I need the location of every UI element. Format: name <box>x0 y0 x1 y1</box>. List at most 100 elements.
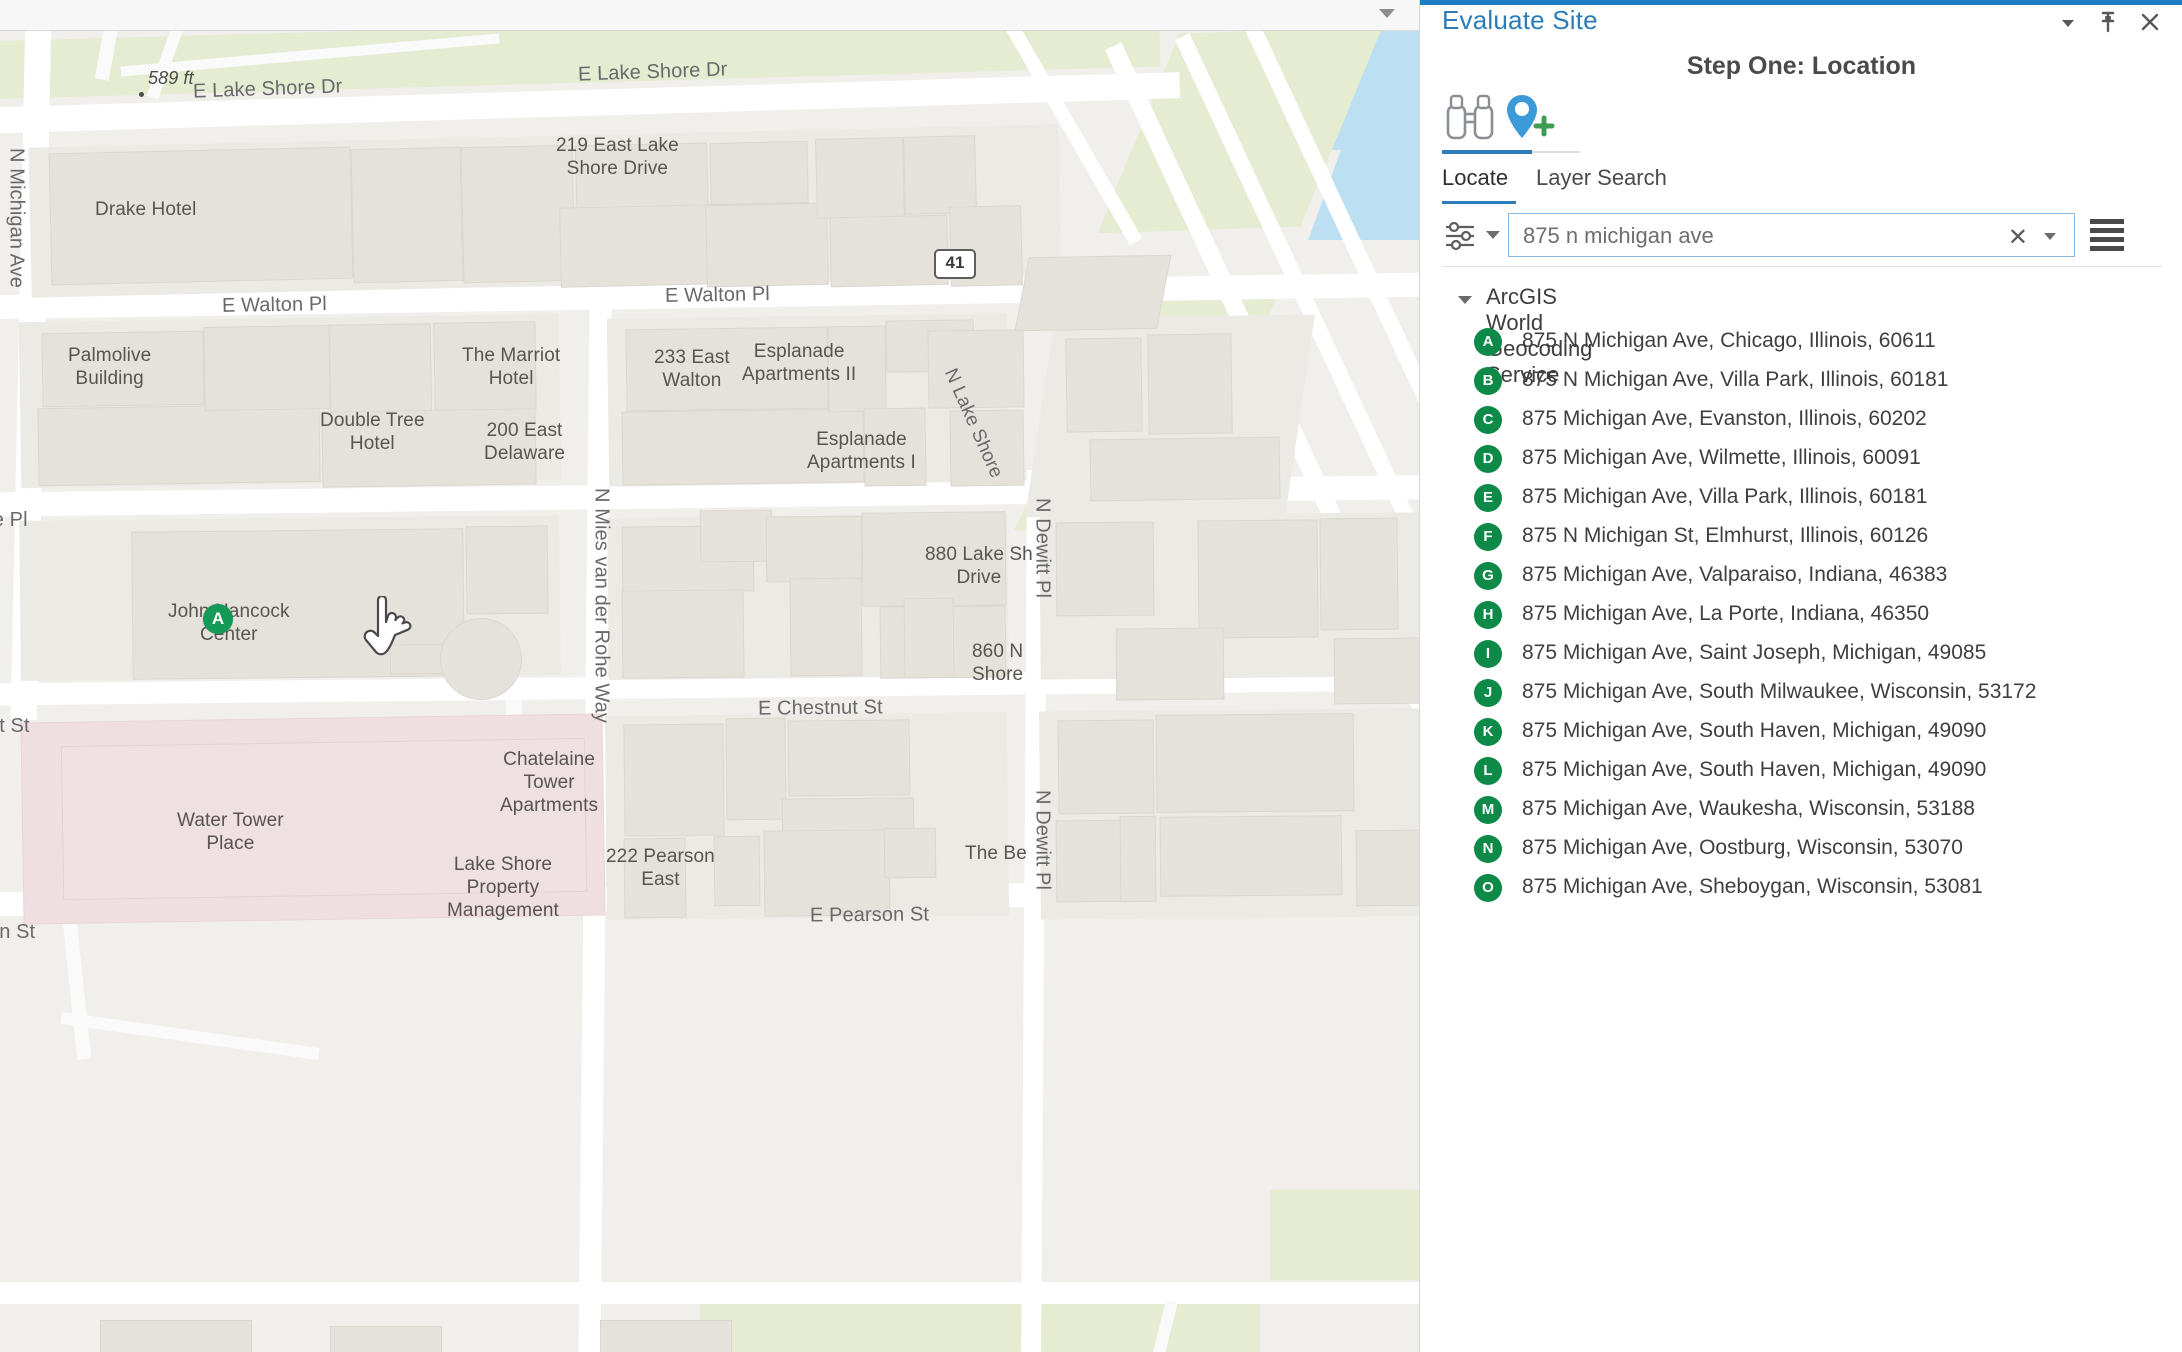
building-double-tree-hotel <box>321 408 536 487</box>
result-item[interactable]: O 875 Michigan Ave, Sheboygan, Wisconsin,… <box>1420 870 2182 909</box>
result-item[interactable]: A875 N Michigan Ave, Chicago, Illinois, … <box>1420 324 2182 363</box>
road-bottom <box>0 1282 1419 1304</box>
result-item[interactable]: I 875 Michigan Ave, Saint Joseph, Michiga… <box>1420 636 2182 675</box>
building-mid-e <box>789 578 862 677</box>
result-item[interactable]: M875 Michigan Ave, Waukesha, Wisconsin, … <box>1420 792 2182 831</box>
result-marker-badge: O <box>1474 874 1502 902</box>
building-pe-d <box>1120 816 1157 902</box>
close-icon[interactable] <box>2135 7 2165 37</box>
building-chatelaine-d <box>714 836 761 906</box>
result-item[interactable]: K875 Michigan Ave, South Haven, Michigan… <box>1420 714 2182 753</box>
search-input-value: 875 n michigan ave <box>1523 223 1714 249</box>
building-200-east-delaware <box>621 408 864 485</box>
binoculars-icon[interactable] <box>1442 92 1498 144</box>
building-mid-c <box>766 515 863 582</box>
panel-title: Evaluate Site <box>1442 5 1598 36</box>
building-pe-a <box>1058 720 1155 815</box>
panel-menu-chevron-down-icon[interactable] <box>2053 7 2083 37</box>
building-mid-d <box>622 589 745 678</box>
building-mid-h <box>904 598 955 679</box>
building-lakeshore-i <box>829 215 949 288</box>
building-bottom-b <box>330 1326 442 1352</box>
result-item[interactable]: B875 N Michigan Ave, Villa Park, Illinoi… <box>1420 363 2182 402</box>
map-toolbar[interactable] <box>0 0 1419 31</box>
result-marker-badge: F <box>1474 523 1502 551</box>
result-marker-badge: I <box>1474 640 1502 668</box>
building-lakeshore-j <box>903 135 977 215</box>
result-item[interactable]: L875 Michigan Ave, South Haven, Michigan… <box>1420 753 2182 792</box>
search-history-chevron-down-icon[interactable] <box>2044 233 2056 240</box>
result-item[interactable]: F 875 N Michigan St, Elmhurst, Illinois, … <box>1420 519 2182 558</box>
result-address-text: 875 Michigan Ave, Saint Joseph, Michigan… <box>1522 641 1986 665</box>
locator-options-icon[interactable] <box>1442 219 1478 253</box>
search-input[interactable]: 875 n michigan ave ✕ <box>1508 213 2075 257</box>
park-patch-bottom-right <box>1270 1190 1419 1280</box>
tab-layer-search[interactable]: Layer Search <box>1536 165 1667 191</box>
map-canvas[interactable]: 589 ft E Lake Shore Dr E Lake Shore Dr D… <box>0 30 1419 1352</box>
result-item[interactable]: G875 Michigan Ave, Valparaiso, Indiana, … <box>1420 558 2182 597</box>
tab-locate[interactable]: Locate <box>1442 165 1508 191</box>
result-address-text: 875 Michigan Ave, South Haven, Michigan,… <box>1522 758 1986 782</box>
result-item[interactable]: E875 Michigan Ave, Villa Park, Illinois,… <box>1420 480 2182 519</box>
building-chatelaine-west <box>623 723 724 836</box>
toolbar-chevron-down-icon[interactable] <box>1379 9 1395 18</box>
result-address-text: 875 Michigan Ave, Wilmette, Illinois, 60… <box>1522 446 1921 470</box>
result-address-text: 875 N Michigan Ave, Chicago, Illinois, 6… <box>1522 329 1936 353</box>
building-lakeshore-b <box>350 147 463 283</box>
pin-icon[interactable] <box>2093 7 2123 37</box>
result-marker-badge: B <box>1474 367 1502 395</box>
highway-shield-41: 41 <box>934 249 976 279</box>
application-window: 589 ft E Lake Shore Dr E Lake Shore Dr D… <box>0 0 2182 1352</box>
result-item[interactable]: C 875 Michigan Ave, Evanston, Illinois, 6… <box>1420 402 2182 441</box>
road-minor-5 <box>60 1012 319 1060</box>
result-address-text: 875 N Michigan St, Elmhurst, Illinois, 6… <box>1522 524 1928 548</box>
building-marriot-d <box>863 408 926 487</box>
result-marker-badge: C <box>1474 406 1502 434</box>
add-pin-icon[interactable] <box>1500 92 1556 144</box>
building-esplanade-apartments-ii <box>1065 337 1142 432</box>
building-hancock-rotunda <box>440 618 523 701</box>
building-esplanade-north <box>1015 255 1172 331</box>
building-chatelaine-tower <box>725 718 786 821</box>
result-item[interactable]: D 875 Michigan Ave, Wilmette, Illinois, 6… <box>1420 441 2182 480</box>
building-lake-shore-property-mgmt <box>624 838 687 919</box>
building-222-pearson-east <box>764 829 891 916</box>
building-860-n-lake-shore <box>1334 638 1419 705</box>
result-marker-badge: M <box>1474 796 1502 824</box>
panel-title-bar: Evaluate Site <box>1420 5 2182 45</box>
result-marker-badge: G <box>1474 562 1502 590</box>
building-palmolive-b <box>203 325 330 411</box>
building-hancock-b <box>466 526 549 615</box>
result-item[interactable]: N875 Michigan Ave, Oostburg, Wisconsin, … <box>1420 831 2182 870</box>
result-item[interactable]: H875 Michigan Ave, La Porte, Indiana, 46… <box>1420 597 2182 636</box>
panel-tabs: Locate Layer Search <box>1442 165 2142 209</box>
building-marriot-hotel <box>625 327 828 412</box>
building-mid-b <box>700 510 773 563</box>
result-item[interactable]: J875 Michigan Ave, South Milwaukee, Wisc… <box>1420 675 2182 714</box>
building-219-lake-shore <box>709 141 808 205</box>
building-pe-b <box>1156 713 1355 813</box>
result-marker-badge: E <box>1474 484 1502 512</box>
results-list: A875 N Michigan Ave, Chicago, Illinois, … <box>1420 324 2182 909</box>
clear-search-icon[interactable]: ✕ <box>2008 223 2028 252</box>
mode-progress-rest <box>1532 151 1580 153</box>
map-marker-a[interactable]: A <box>203 604 233 634</box>
building-880-lake-shore-drive <box>1197 519 1318 638</box>
building-233-east-walton <box>927 329 1024 408</box>
collapse-chevron-down-icon[interactable] <box>1458 296 1472 304</box>
building-esplanade-apartments-i <box>1090 437 1281 502</box>
tab-active-underline <box>1442 201 1516 204</box>
result-address-text: 875 Michigan Ave, Sheboygan, Wisconsin, … <box>1522 875 1983 899</box>
building-chatelaine-b <box>788 719 911 796</box>
building-lakeshore-g <box>705 203 829 288</box>
locator-options-chevron-down-icon[interactable] <box>1486 231 1500 239</box>
building-lse-d <box>1116 628 1225 701</box>
hamburger-menu-icon[interactable] <box>2090 219 2124 251</box>
result-marker-badge: H <box>1474 601 1502 629</box>
building-lse-a <box>1056 522 1155 617</box>
building-chatelaine-e <box>884 828 937 879</box>
map-area[interactable]: 589 ft E Lake Shore Dr E Lake Shore Dr D… <box>0 0 1419 1352</box>
result-marker-badge: D <box>1474 445 1502 473</box>
result-address-text: 875 Michigan Ave, Oostburg, Wisconsin, 5… <box>1522 836 1963 860</box>
result-address-text: 875 Michigan Ave, Evanston, Illinois, 60… <box>1522 407 1927 431</box>
